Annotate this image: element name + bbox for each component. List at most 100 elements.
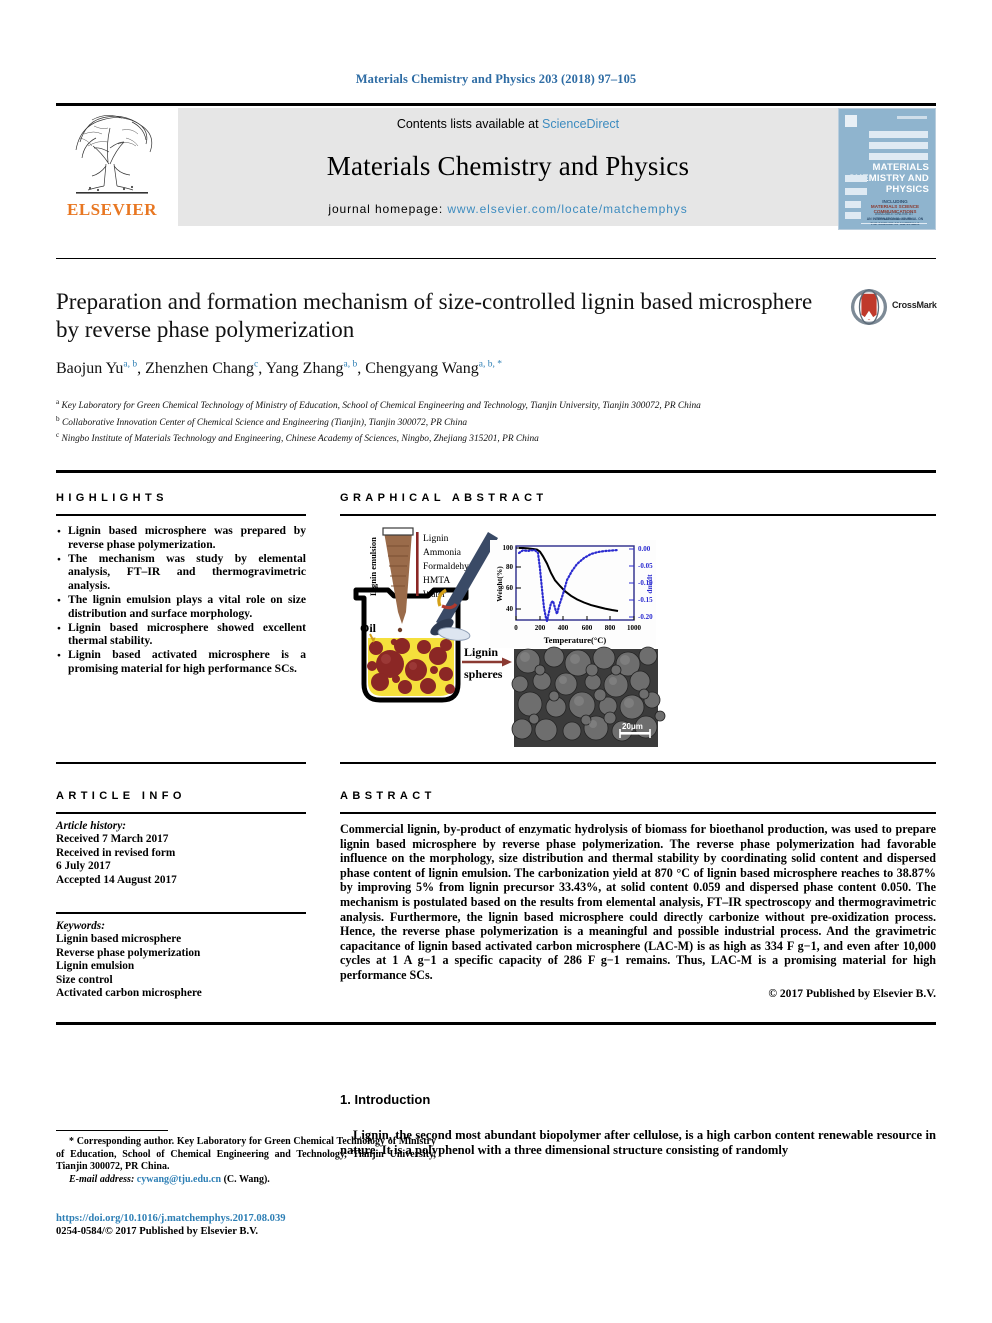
list-item: The mechanism was study by elemental ana… [56, 552, 306, 593]
reagent-hmta: HMTA [423, 576, 450, 586]
keyword-item: Activated carbon microsphere [56, 987, 202, 1000]
author-affil-marks: a, b [123, 360, 138, 370]
issn-copyright-line: 0254-0584/© 2017 Published by Elsevier B… [56, 1226, 259, 1238]
author-name: Yang Zhang [265, 360, 344, 378]
affiliation-text: Key Laboratory for Green Chemical Techno… [61, 401, 701, 412]
tga-dtg-chart: 100 80 60 40 Weight(%) 0.00 -0.05 -0.10 … [490, 540, 656, 648]
journal-banner: ELSEVIER Contents lists available at Sci… [56, 108, 936, 230]
highlights-top-rule [56, 470, 936, 473]
reagent-ammonia: Ammonia [423, 548, 462, 558]
x-tick-0: 0 [514, 624, 518, 632]
journal-homepage-link[interactable]: www.elsevier.com/locate/matchemphys [447, 202, 687, 216]
running-head: Materials Chemistry and Physics 203 (201… [355, 72, 637, 86]
author-name: Zhenzhen Chang [145, 360, 254, 378]
keyword-item: Lignin emulsion [56, 960, 135, 973]
x-tick-800: 800 [605, 624, 616, 632]
author-sep: , [258, 360, 266, 378]
keywords-label: Keywords: [56, 920, 105, 932]
sciencedirect-link[interactable]: ScienceDirect [542, 117, 619, 131]
author-list: Baojun Yua, b, Zhenzhen Changc, Yang Zha… [56, 360, 936, 378]
y2-tick-020: -0.20 [638, 613, 653, 621]
keyword-item: Lignin based microsphere [56, 933, 182, 946]
keyword-item: Reverse phase polymerization [56, 946, 201, 959]
article-history-revised-date: 6 July 2017 [56, 860, 111, 873]
graphical-abstract-heading: GRAPHICAL ABSTRACT [340, 492, 548, 504]
keywords-rule [56, 912, 306, 914]
affiliation-list: a Key Laboratory for Green Chemical Tech… [56, 396, 916, 446]
y2-axis-label: dm/dt [645, 574, 654, 594]
abstract-heading: ABSTRACT [340, 790, 436, 802]
elsevier-wordmark: ELSEVIER [67, 200, 157, 219]
author-name: Baojun Yu [56, 360, 124, 378]
x-tick-400: 400 [558, 624, 569, 632]
contents-prefix: Contents lists available at [396, 117, 543, 131]
contents-line: Contents lists available at ScienceDirec… [397, 117, 619, 131]
header-rule [56, 103, 936, 106]
email-owner: (C. Wang). [223, 1173, 270, 1185]
graphical-abstract-heading-rule [340, 514, 936, 516]
lignin-spheres-label-line1: Lignin [464, 645, 498, 659]
footnote-block: * Corresponding author. Key Laboratory f… [56, 1136, 436, 1186]
journal-homepage-line: journal homepage: www.elsevier.com/locat… [328, 202, 687, 216]
x-axis-label: Temperature(°C) [544, 635, 607, 645]
page-title: Preparation and formation mechanism of s… [56, 289, 813, 342]
abstract-heading-rule [340, 812, 936, 814]
email-label: E-mail address: [69, 1173, 135, 1185]
x-tick-200: 200 [535, 624, 546, 632]
author-affil-marks: a, b, * [478, 360, 502, 370]
y-tick-40: 40 [506, 605, 514, 613]
doi-link[interactable]: https://doi.org/10.1016/j.matchemphys.20… [56, 1212, 476, 1225]
crossmark-label: CrossMark [892, 300, 937, 310]
list-item: Lignin based activated microsphere is a … [56, 648, 306, 675]
affiliation-mark: b [56, 414, 60, 423]
lignin-emulsion-label: Lignin emulsion [368, 537, 378, 596]
y2-tick-005: -0.05 [638, 562, 653, 570]
abstract-text: Commercial lignin, by-product of enzymat… [340, 822, 936, 982]
affiliation-item: a Key Laboratory for Green Chemical Tech… [56, 396, 916, 413]
affiliation-mark: c [56, 431, 60, 440]
introduction-heading: 1. Introduction [340, 1092, 431, 1107]
cover-footer: AVAILABLE ONLINE AT www.sciencedirect.co… [861, 212, 927, 221]
email-link[interactable]: cywang@tju.edu.cn [137, 1174, 221, 1185]
oil-label: Oil [360, 621, 377, 635]
footnote-rule [56, 1130, 168, 1132]
list-item: The lignin emulsion plays a vital role o… [56, 593, 306, 620]
journal-title: Materials Chemistry and Physics [326, 151, 690, 181]
article-info-heading-rule [56, 812, 306, 814]
affiliation-text: Collaborative Innovation Center of Chemi… [61, 417, 468, 428]
elsevier-tree-icon [72, 112, 153, 194]
y-axis-label: Weight(%) [495, 566, 504, 602]
abstract-copyright: © 2017 Published by Elsevier B.V. [768, 986, 936, 1000]
highlights-bottom-rule [56, 762, 306, 764]
crossmark-icon [850, 288, 888, 326]
reagent-lignin: Lignin [423, 534, 449, 544]
graphical-abstract-svg: Oil Lignin emulsion Lignin Ammonia Forma… [353, 527, 666, 747]
highlights-list: Lignin based microsphere was prepared by… [56, 524, 306, 676]
cover-title-line1: MATERIALS [872, 162, 929, 173]
crossmark-badge[interactable]: CrossMark [850, 288, 937, 328]
keywords-block: Keywords: Lignin based microsphere Rever… [56, 920, 306, 1000]
affiliation-item: b Collaborative Innovation Center of Che… [56, 413, 916, 430]
highlights-heading-rule [56, 514, 306, 516]
article-info-heading: ARTICLE INFO [56, 790, 186, 802]
journal-cover-thumbnail: MATERIALS CHEMISTRY AND PHYSICS INCLUDIN… [838, 108, 936, 230]
homepage-prefix: journal homepage: [328, 202, 448, 216]
author-sep: , [137, 360, 146, 378]
sem-micrograph: 20μm [511, 646, 666, 747]
corresponding-author-note: * Corresponding author. Key Laboratory f… [56, 1136, 436, 1173]
y-tick-100: 100 [503, 544, 514, 552]
elsevier-logo: ELSEVIER [56, 108, 168, 230]
highlights-heading: HIGHLIGHTS [56, 492, 168, 504]
email-line: E-mail address: cywang@tju.edu.cn (C. Wa… [56, 1174, 436, 1187]
article-history-received: Received 7 March 2017 [56, 833, 169, 846]
list-item: Lignin based microsphere showed excellen… [56, 621, 306, 648]
doi-block: https://doi.org/10.1016/j.matchemphys.20… [56, 1212, 476, 1239]
author-name: Chengyang Wang [365, 360, 479, 378]
article-history-label: Article history: [56, 820, 126, 832]
list-item: Lignin based microsphere was prepared by… [56, 524, 306, 551]
cover-footer-line1: AVAILABLE ONLINE AT [874, 212, 914, 217]
affiliation-item: c Ningbo Institute of Materials Technolo… [56, 429, 916, 446]
affiliation-text: Ningbo Institute of Materials Technology… [61, 434, 539, 445]
author-item: Chengyang Wanga, b, * [365, 360, 502, 377]
reagent-bracket [416, 532, 419, 596]
